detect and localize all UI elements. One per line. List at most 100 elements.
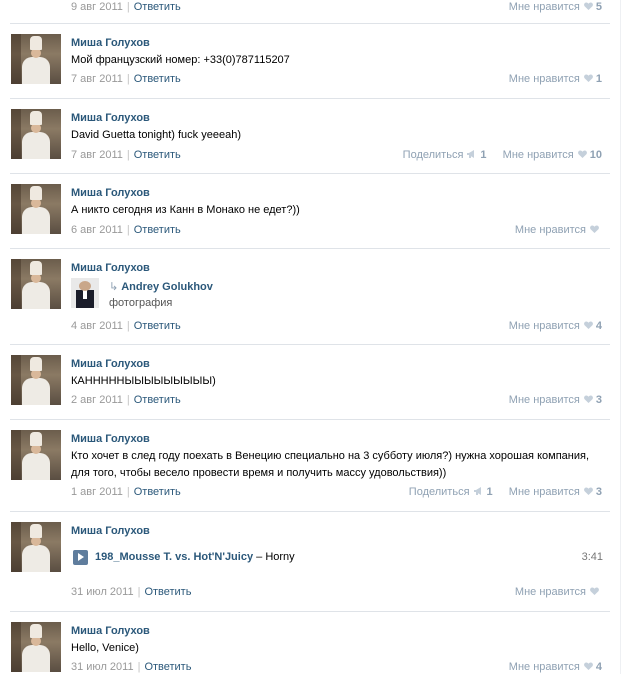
heart-icon bbox=[583, 487, 593, 495]
like-label: Мне нравится bbox=[514, 586, 586, 598]
post-author[interactable]: Миша Голухов bbox=[71, 525, 150, 537]
avatar[interactable] bbox=[11, 259, 61, 309]
like-count: 4 bbox=[595, 661, 602, 673]
reply-link[interactable]: Ответить bbox=[144, 586, 191, 598]
heart-icon bbox=[583, 74, 593, 82]
repost-author-name: Andrey Golukhov bbox=[121, 281, 213, 293]
meta-divider: | bbox=[137, 586, 141, 598]
reply-link[interactable]: Ответить bbox=[134, 149, 181, 161]
reply-link[interactable]: Ответить bbox=[134, 486, 181, 498]
post-actions: Поделиться 1 Мне нравится 3 bbox=[409, 486, 602, 498]
post-meta: 9 авг 2011 | Ответить bbox=[71, 1, 181, 13]
wall-post: Миша Голухов 198_Mousse T. vs. Hot'N'Jui… bbox=[0, 512, 610, 612]
post-text: David Guetta tonight) fuck yeeeah) bbox=[71, 129, 241, 141]
like-button[interactable]: Мне нравится 5 bbox=[509, 1, 602, 13]
like-button[interactable]: Мне нравится bbox=[515, 224, 602, 236]
like-button[interactable]: Мне нравится 4 bbox=[509, 661, 602, 673]
like-button[interactable]: Мне нравится 3 bbox=[509, 486, 602, 498]
reply-link[interactable]: Ответить bbox=[134, 73, 181, 85]
like-label: Мне нравится bbox=[508, 320, 580, 332]
post-author[interactable]: Миша Голухов bbox=[71, 187, 150, 199]
wall-post: Миша Голухов David Guetta tonight) fuck … bbox=[0, 99, 610, 174]
avatar[interactable] bbox=[11, 622, 61, 672]
share-arrow-icon: ↳ bbox=[109, 281, 119, 293]
reply-link[interactable]: Ответить bbox=[134, 394, 181, 406]
audio-duration: 3:41 bbox=[581, 551, 603, 563]
post-date[interactable]: 9 авг 2011 bbox=[71, 1, 123, 13]
like-label: Мне нравится bbox=[508, 486, 580, 498]
post-author[interactable]: Миша Голухов bbox=[71, 262, 150, 274]
avatar[interactable] bbox=[11, 34, 61, 84]
post-date[interactable]: 1 авг 2011 bbox=[71, 486, 123, 498]
like-label: Мне нравится bbox=[514, 224, 586, 236]
wall-post: Миша Голухов Мой французский номер: +33(… bbox=[0, 24, 610, 99]
post-author[interactable]: Миша Голухов bbox=[71, 112, 150, 124]
post-date[interactable]: 7 авг 2011 bbox=[71, 73, 123, 85]
post-actions: Поделиться 1 Мне нравится 10 bbox=[403, 149, 602, 161]
post-date[interactable]: 31 июл 2011 bbox=[71, 586, 134, 598]
repost-author[interactable]: ↳ Andrey Golukhov bbox=[109, 280, 213, 293]
wall-post: Миша Голухов КАНННННЫЫЫЫЫЫЫЫЫ) 2 авг 201… bbox=[0, 345, 610, 420]
reply-link[interactable]: Ответить bbox=[134, 224, 181, 236]
post-meta: 4 авг 2011 | Ответить bbox=[71, 320, 181, 332]
avatar[interactable] bbox=[11, 109, 61, 159]
post-actions: Мне нравится bbox=[515, 224, 602, 236]
post-actions: Мне нравится 5 bbox=[509, 1, 602, 13]
post-author[interactable]: Миша Голухов bbox=[71, 433, 150, 445]
post-author[interactable]: Миша Голухов bbox=[71, 358, 150, 370]
wall-post: Миша Голухов ↳ Andrey Golukhov фотография… bbox=[0, 249, 610, 345]
audio-dash: – bbox=[256, 551, 263, 563]
post-author[interactable]: Миша Голухов bbox=[71, 625, 150, 637]
heart-icon bbox=[583, 662, 593, 670]
avatar[interactable] bbox=[11, 355, 61, 405]
like-button[interactable]: Мне нравится 4 bbox=[509, 320, 602, 332]
audio-artist[interactable]: 198_Mousse T. vs. Hot'N'Juicy bbox=[95, 551, 253, 563]
post-date[interactable]: 7 авг 2011 bbox=[71, 149, 123, 161]
meta-divider: | bbox=[126, 73, 130, 85]
repost-photo[interactable] bbox=[71, 278, 99, 308]
meta-divider: | bbox=[126, 224, 130, 236]
share-label: Поделиться bbox=[408, 486, 470, 498]
heart-icon bbox=[590, 587, 599, 595]
avatar[interactable] bbox=[11, 184, 61, 234]
post-date[interactable]: 6 авг 2011 bbox=[71, 224, 123, 236]
avatar[interactable] bbox=[11, 522, 61, 572]
wall-post: Миша Голухов А никто сегодня из Канн в М… bbox=[0, 174, 610, 249]
wall-post: Миша Голухов Hello, Venice) 31 июл 2011 |… bbox=[0, 612, 610, 674]
meta-divider: | bbox=[126, 394, 130, 406]
share-button[interactable]: Поделиться 1 bbox=[403, 149, 487, 161]
like-button[interactable]: Мне нравится 10 bbox=[503, 149, 602, 161]
reply-link[interactable]: Ответить bbox=[144, 661, 191, 673]
wall-post: 9 авг 2011 | Ответить Мне нравится 5 bbox=[0, 0, 610, 24]
post-date[interactable]: 2 авг 2011 bbox=[71, 394, 123, 406]
post-text: Мой французский номер: +33(0)787115207 bbox=[71, 54, 290, 66]
like-label: Мне нравится bbox=[508, 394, 580, 406]
like-count: 3 bbox=[595, 394, 602, 406]
post-date[interactable]: 31 июл 2011 bbox=[71, 661, 134, 673]
post-text: КАНННННЫЫЫЫЫЫЫЫЫ) bbox=[71, 375, 216, 387]
like-button[interactable]: Мне нравится 3 bbox=[509, 394, 602, 406]
post-meta: 1 авг 2011 | Ответить bbox=[71, 486, 181, 498]
like-count: 1 bbox=[595, 73, 602, 85]
heart-icon bbox=[583, 395, 593, 403]
audio-track: 198_Mousse T. vs. Hot'N'Juicy – Horny 3:… bbox=[73, 549, 603, 567]
post-actions: Мне нравится bbox=[515, 586, 602, 598]
share-button[interactable]: Поделиться 1 bbox=[409, 486, 493, 498]
like-count: 4 bbox=[595, 320, 602, 332]
post-date[interactable]: 4 авг 2011 bbox=[71, 320, 123, 332]
post-meta: 31 июл 2011 | Ответить bbox=[71, 586, 191, 598]
heart-icon bbox=[590, 225, 599, 233]
reply-link[interactable]: Ответить bbox=[134, 320, 181, 332]
post-actions: Мне нравится 3 bbox=[509, 394, 602, 406]
play-icon[interactable] bbox=[73, 550, 88, 565]
avatar[interactable] bbox=[11, 430, 61, 480]
like-button[interactable]: Мне нравится bbox=[515, 586, 602, 598]
like-button[interactable]: Мне нравится 1 bbox=[509, 73, 602, 85]
reply-link[interactable]: Ответить bbox=[134, 1, 181, 13]
post-meta: 7 авг 2011 | Ответить bbox=[71, 73, 181, 85]
meta-divider: | bbox=[126, 486, 130, 498]
like-label: Мне нравится bbox=[502, 149, 574, 161]
heart-icon bbox=[577, 150, 587, 158]
post-author[interactable]: Миша Голухов bbox=[71, 37, 150, 49]
megaphone-icon bbox=[467, 150, 477, 158]
